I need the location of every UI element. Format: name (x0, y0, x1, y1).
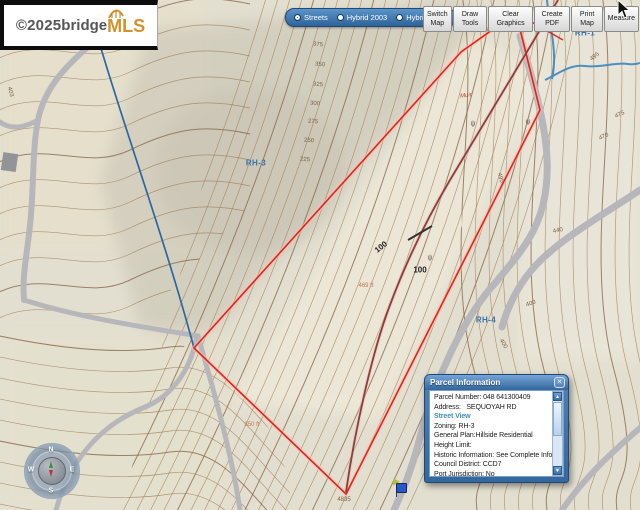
compass-pan-north[interactable]: N (48, 447, 53, 454)
bridge-icon (108, 8, 130, 19)
popup-body: Parcel Number: 048 641300409Address: SEQ… (429, 390, 564, 477)
popup-scrollbar[interactable]: ▲ ▼ (552, 391, 563, 476)
popup-titlebar[interactable]: Parcel Information ✕ (425, 375, 568, 390)
copyright-text: ©2025 (16, 17, 61, 34)
switch-map-button[interactable]: Switch Map (423, 6, 452, 32)
mouse-cursor (617, 0, 635, 20)
map-application: 3704903753503253002752502254954754704954… (0, 0, 640, 510)
compass-navigation-widget[interactable]: N W E S (22, 437, 80, 503)
draw-tools-button[interactable]: Draw Tools (453, 6, 488, 32)
parcel-information-popup: Parcel Information ✕ Parcel Number: 048 … (424, 374, 569, 483)
popup-field: Parcel Number: 048 641300409 (434, 393, 548, 403)
radio-label: Hybrid 2003 (347, 13, 387, 22)
basemap-option-streets[interactable]: Streets (294, 13, 328, 22)
print-map-button[interactable]: Print Map (571, 6, 602, 32)
basemap-option-hybrid-2003[interactable]: Hybrid 2003 (337, 13, 387, 22)
clear-graphics-button[interactable]: Clear Graphics (488, 6, 532, 32)
street-view-link[interactable]: Street View (434, 412, 548, 422)
radio-label: Streets (304, 13, 328, 22)
brand-text-mls: MLS (107, 17, 145, 35)
compass-pan-east[interactable]: E (70, 467, 75, 474)
popup-field: Council District: CCD7 (434, 460, 548, 470)
compass-pan-west[interactable]: W (28, 467, 35, 474)
scroll-up-icon[interactable]: ▲ (553, 392, 562, 401)
toolbar: Switch MapDraw ToolsClear GraphicsCreate… (423, 6, 640, 32)
popup-field: Height Limit: (434, 441, 548, 451)
radio-icon[interactable] (294, 14, 301, 21)
compass-needle-south (49, 470, 53, 477)
popup-title: Parcel Information (425, 378, 554, 387)
popup-field: Port Jurisdiction: No (434, 470, 548, 477)
close-icon[interactable]: ✕ (554, 377, 565, 388)
radio-icon[interactable] (337, 14, 344, 21)
popup-field: Historic Information: See Complete Info (434, 451, 548, 461)
popup-field: Zoning: RH-3 (434, 422, 548, 432)
popup-field: General Plan:Hillside Residential (434, 431, 548, 441)
popup-field: Address: SEQUOYAH RD (434, 403, 548, 413)
compass-needle-north (49, 461, 53, 468)
create-pdf-button[interactable]: Create PDF (534, 6, 571, 32)
radio-icon[interactable] (396, 14, 403, 21)
map-flag-marker[interactable] (390, 478, 406, 498)
scroll-down-icon[interactable]: ▼ (553, 466, 562, 475)
compass-pan-south[interactable]: S (49, 488, 54, 495)
brand-text-bridge: bridge (61, 17, 107, 34)
scroll-thumb[interactable] (553, 402, 562, 436)
building-footprint (1, 152, 18, 172)
flag-icon (396, 483, 407, 493)
bridgemls-logo: ©2025 bridge MLS (0, 0, 158, 50)
